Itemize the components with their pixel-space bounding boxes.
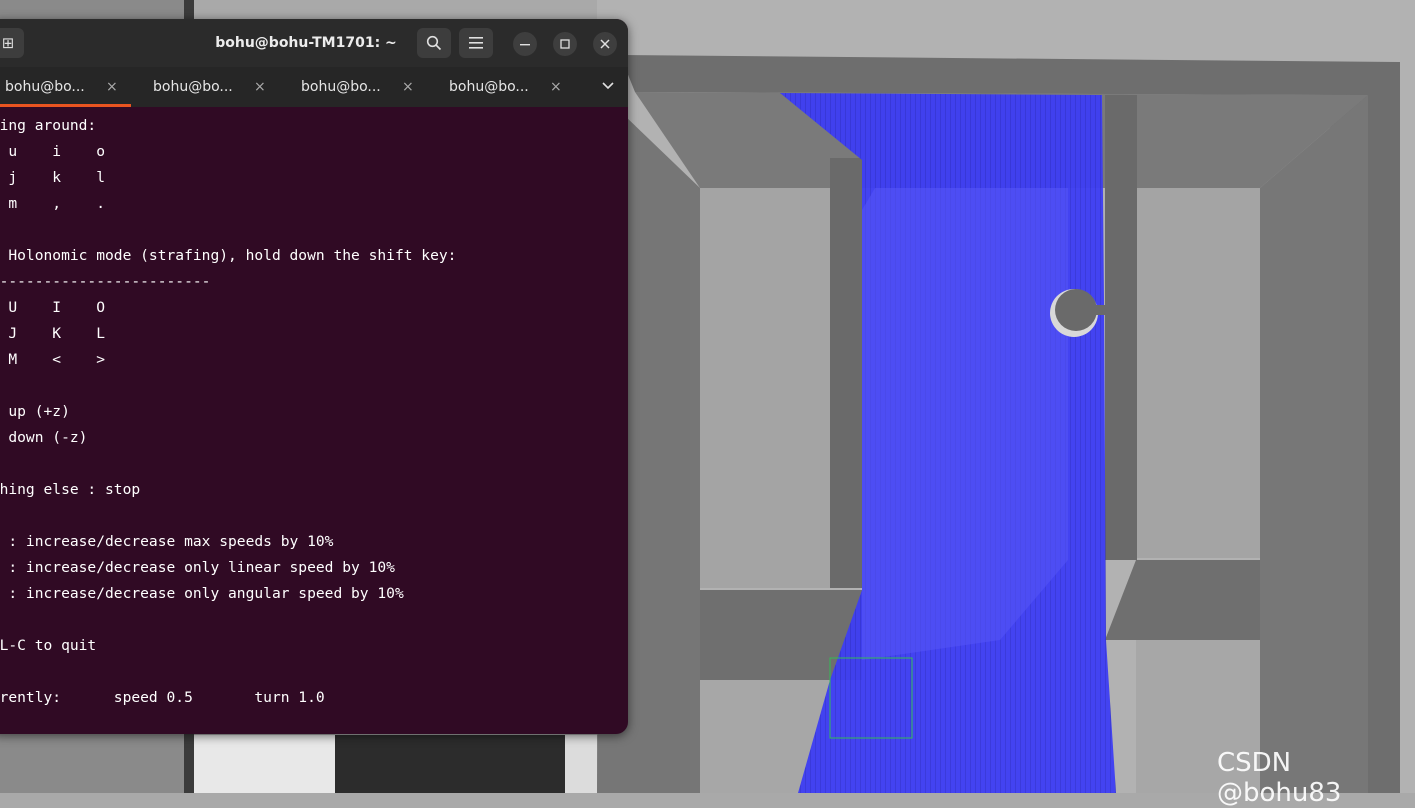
hamburger-menu-icon <box>469 37 483 49</box>
terminal-line: u i o <box>8 143 106 160</box>
divider-vertical-right <box>1105 95 1137 560</box>
terminal-line: -------------------------- <box>0 273 211 290</box>
tabs-dropdown-button[interactable] <box>598 67 618 107</box>
terminal-output[interactable]: oving around: u i o j k l m , . or Holon… <box>0 107 628 734</box>
terminal-lines: oving around: u i o j k l m , . or Holon… <box>0 113 456 711</box>
close-icon <box>600 39 610 49</box>
terminal-line: oving around: <box>0 117 97 134</box>
robot-body <box>1055 289 1097 331</box>
tab-1[interactable]: bohu@bo... × <box>0 67 131 107</box>
tab-2[interactable]: bohu@bo... × <box>136 67 279 107</box>
robot-sensor <box>1094 305 1106 315</box>
divider-vertical-left <box>830 158 862 588</box>
watermark-text: CSDN @bohu83 <box>1217 748 1342 808</box>
tab-bar: bohu@bo... × bohu@bo... × bohu@bo... × b… <box>0 67 628 107</box>
tab-close-icon[interactable]: × <box>106 67 118 107</box>
maximize-button[interactable] <box>553 32 577 56</box>
close-button[interactable] <box>593 32 617 56</box>
tab-close-icon[interactable]: × <box>254 67 266 107</box>
terminal-line: TRL-C to quit <box>0 637 97 654</box>
terminal-line: /z : increase/decrease max speeds by 10% <box>0 533 334 550</box>
search-icon <box>426 35 442 51</box>
minimize-button[interactable] <box>513 32 537 56</box>
new-tab-button[interactable]: ⊞ <box>0 28 24 58</box>
terminal-line: ything else : stop <box>0 481 141 498</box>
room-left <box>700 188 830 588</box>
chevron-down-icon <box>602 82 614 90</box>
tab-label: bohu@bo... <box>153 79 233 95</box>
tab-close-icon[interactable]: × <box>550 67 562 107</box>
tab-label: bohu@bo... <box>5 79 85 95</box>
terminal-line: m , . <box>8 195 106 212</box>
menu-button[interactable] <box>459 28 493 58</box>
terminal-line: or Holonomic mode (strafing), hold down … <box>0 247 457 264</box>
terminal-line: /c : increase/decrease only angular spee… <box>0 585 404 602</box>
tab-3[interactable]: bohu@bo... × <box>284 67 427 107</box>
window-title: bohu@bohu-TM1701: ~ <box>215 35 397 51</box>
terminal-line: M < > <box>8 351 106 368</box>
search-button[interactable] <box>417 28 451 58</box>
maximize-icon <box>560 39 570 49</box>
wall-right-face <box>1260 95 1368 793</box>
tab-label: bohu@bo... <box>449 79 529 95</box>
terminal-line: J K L <box>8 325 106 342</box>
terminal-line: urrently: speed 0.5 turn 1.0 <box>0 689 325 706</box>
terminal-line: U I O <box>8 299 106 316</box>
tab-4[interactable]: bohu@bo... × <box>432 67 575 107</box>
terminal-line: : up (+z) <box>8 403 70 420</box>
new-tab-icon: ⊞ <box>1 34 15 52</box>
title-bar[interactable]: ⊞ bohu@bohu-TM1701: ~ <box>0 19 628 67</box>
room-right <box>1136 188 1260 558</box>
terminal-line: j k l <box>8 169 106 186</box>
minimize-icon <box>520 44 530 46</box>
laser-scan-highlight <box>862 188 1068 660</box>
terminal-line: : down (-z) <box>8 429 88 446</box>
tab-close-icon[interactable]: × <box>402 67 414 107</box>
tab-label: bohu@bo... <box>301 79 381 95</box>
terminal-line: /x : increase/decrease only linear speed… <box>0 559 395 576</box>
terminal-window[interactable]: ⊞ bohu@bohu-TM1701: ~ bohu@bo... × bohu@… <box>0 19 628 734</box>
